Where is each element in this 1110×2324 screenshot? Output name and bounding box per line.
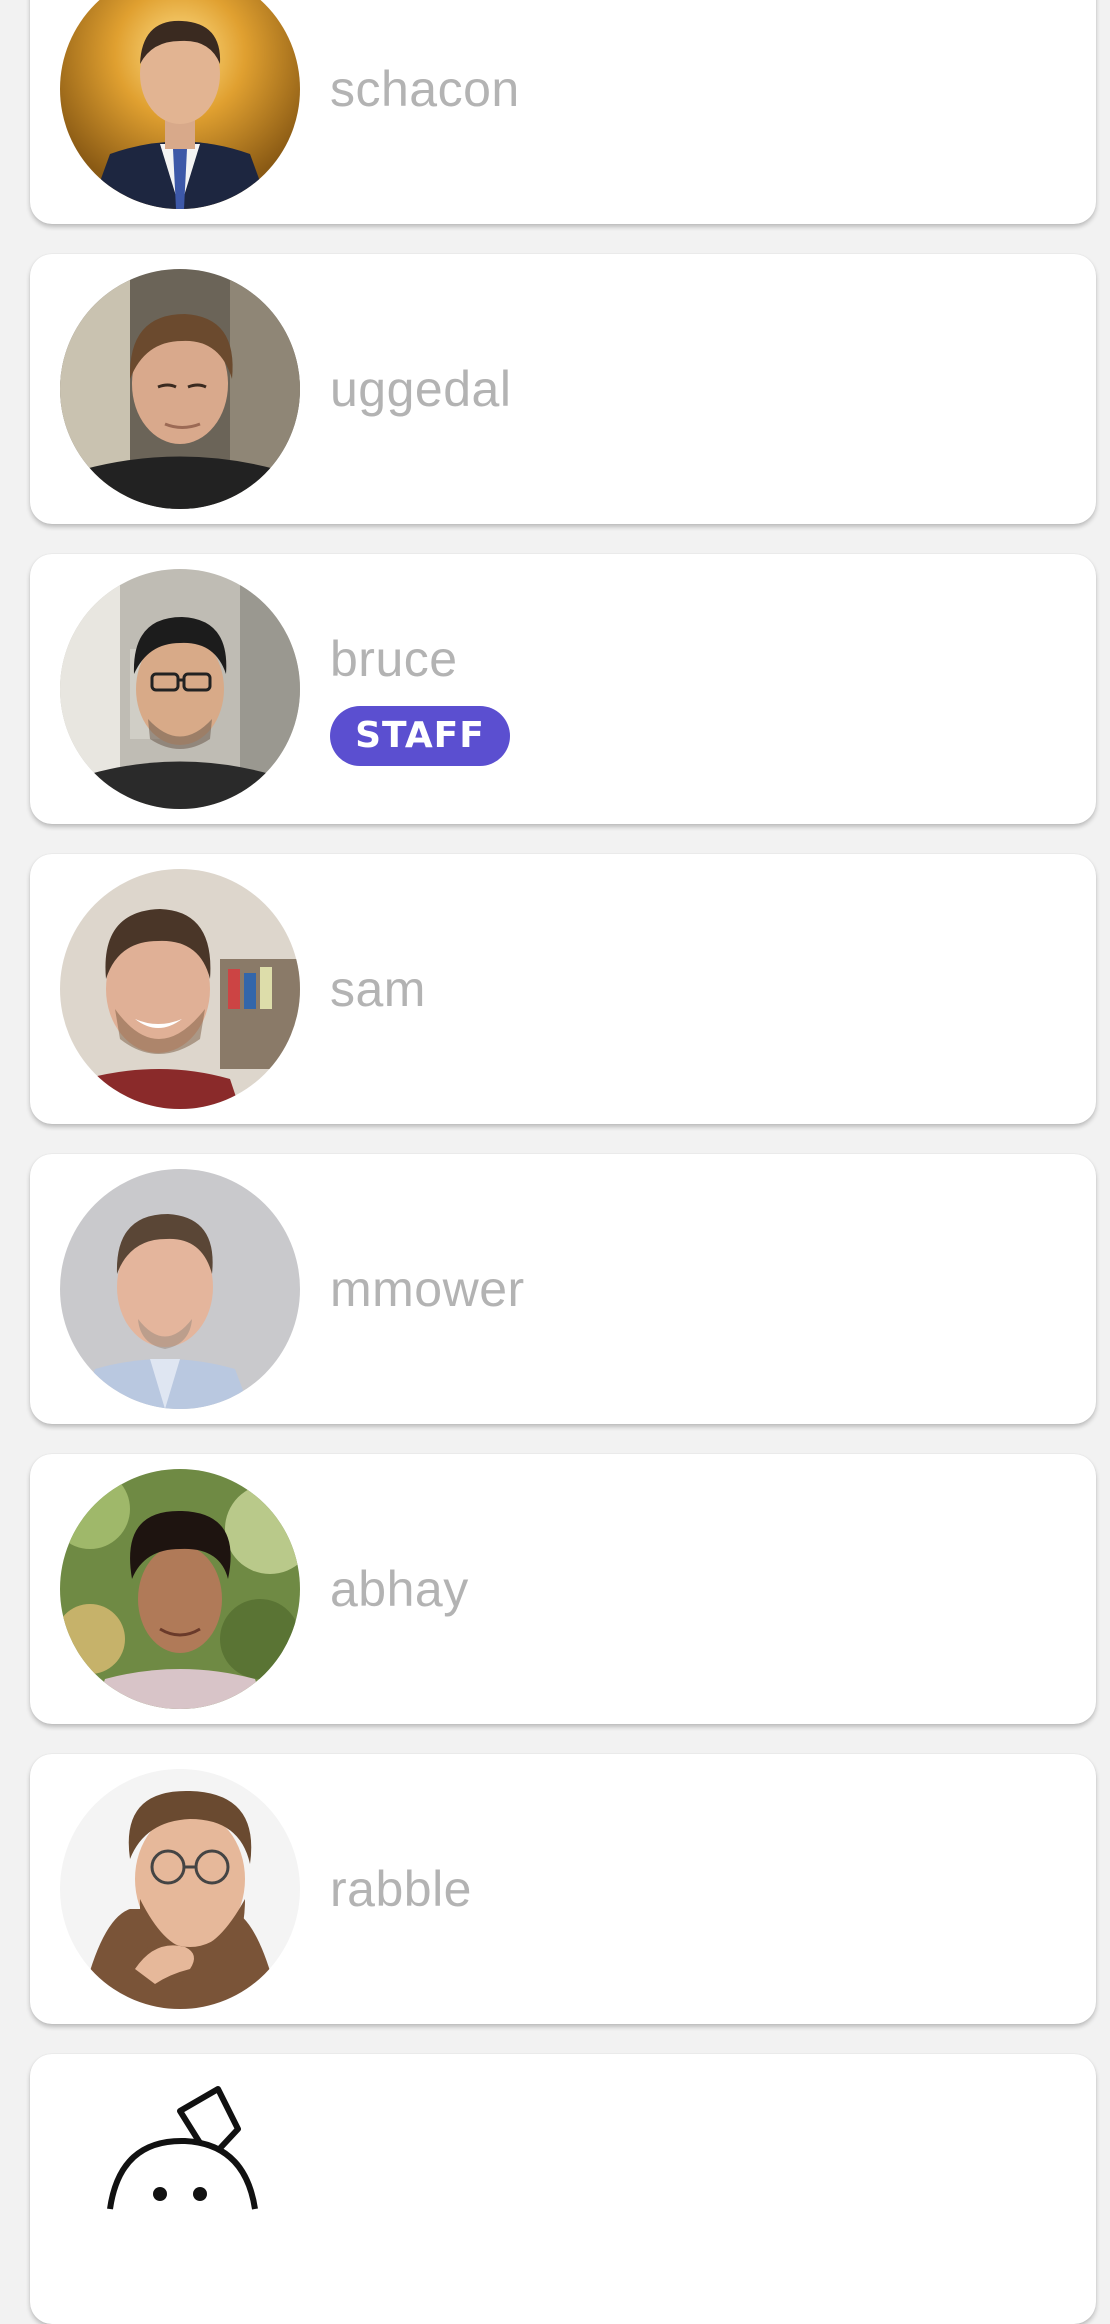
username: bruce: [330, 631, 458, 687]
avatar: [60, 569, 300, 809]
member-card-uggedal[interactable]: uggedal: [30, 254, 1096, 524]
avatar: [60, 269, 300, 509]
avatar: [60, 869, 300, 1109]
member-card-rabble[interactable]: rabble: [30, 1754, 1096, 2024]
avatar-photo-bruce-icon: [60, 569, 300, 809]
member-card[interactable]: [30, 2054, 1096, 2324]
member-card-abhay[interactable]: abhay: [30, 1454, 1096, 1724]
avatar: [60, 1169, 300, 1409]
avatar-photo-uggedal-icon: [60, 269, 300, 509]
username: abhay: [330, 1561, 469, 1617]
username: mmower: [330, 1261, 525, 1317]
member-card-sam[interactable]: sam: [30, 854, 1096, 1124]
avatar-photo-sam-icon: [60, 869, 300, 1109]
member-list: schacon uggedal bruce STAFF sam mmower a…: [0, 0, 1110, 2324]
username: sam: [330, 961, 426, 1017]
username: rabble: [330, 1861, 472, 1917]
avatar: [60, 1769, 300, 2009]
staff-badge: STAFF: [330, 706, 510, 766]
avatar-photo-rabble-icon: [60, 1769, 300, 2009]
avatar-photo-abhay-icon: [60, 1469, 300, 1709]
username: schacon: [330, 61, 520, 117]
avatar-cartoon-chef-icon: [60, 2069, 300, 2309]
member-card-mmower[interactable]: mmower: [30, 1154, 1096, 1424]
avatar-photo-mmower-icon: [60, 1169, 300, 1409]
member-card-bruce[interactable]: bruce STAFF: [30, 554, 1096, 824]
member-card-schacon[interactable]: schacon: [30, 0, 1096, 224]
username: uggedal: [330, 361, 512, 417]
avatar-photo-schacon-icon: [60, 0, 300, 209]
avatar: [60, 1469, 300, 1709]
avatar: [60, 0, 300, 209]
avatar: [60, 2069, 300, 2309]
